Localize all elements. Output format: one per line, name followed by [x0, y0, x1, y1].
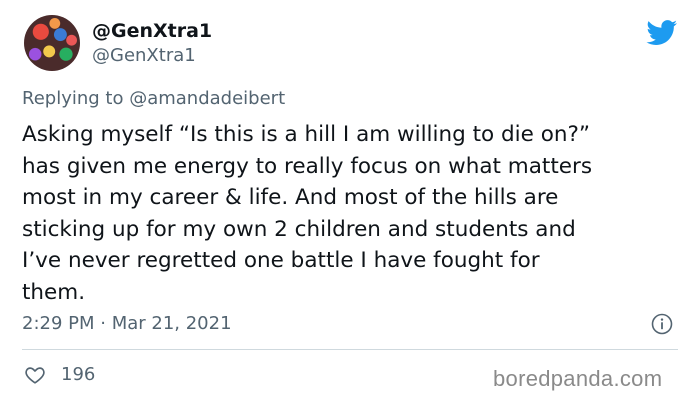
- author-handle[interactable]: @GenXtra1: [92, 45, 196, 67]
- author-display-name[interactable]: @GenXtra1: [92, 20, 212, 42]
- divider: [22, 349, 678, 350]
- like-count: 196: [61, 364, 96, 385]
- reply-mention-link[interactable]: @amandadeibert: [129, 88, 285, 109]
- watermark: boredpanda.com: [493, 366, 663, 391]
- avatar[interactable]: [24, 15, 80, 71]
- tweet-text: Asking myself “Is this is a hill I am wi…: [22, 122, 593, 305]
- replying-to-prefix: Replying to: [22, 88, 130, 109]
- tweet-timestamp[interactable]: 2:29 PM · Mar 21, 2021: [22, 313, 232, 335]
- heart-icon[interactable]: [24, 364, 46, 386]
- info-icon[interactable]: [651, 313, 673, 335]
- twitter-bird-icon: [646, 20, 678, 45]
- replying-to: Replying to @amandadeibert: [22, 88, 285, 110]
